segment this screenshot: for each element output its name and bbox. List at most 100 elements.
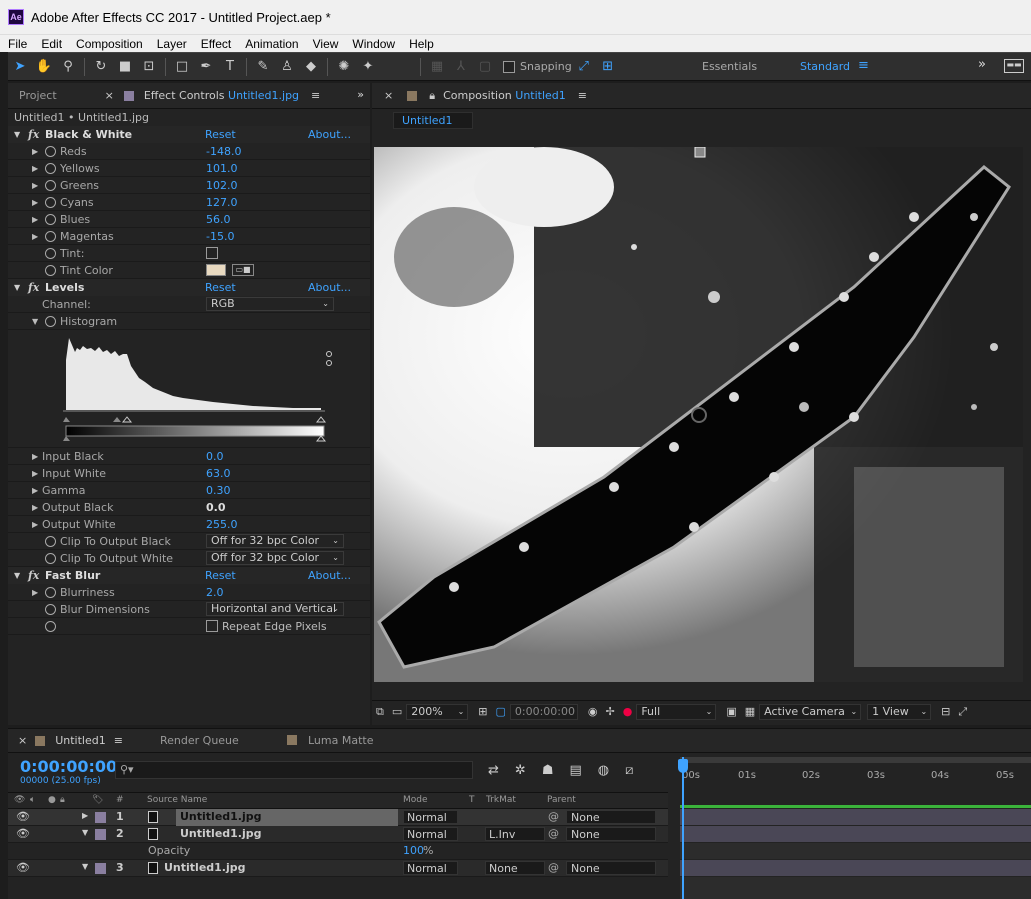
param-value[interactable]: -148.0 bbox=[206, 143, 241, 160]
stopwatch-icon[interactable] bbox=[45, 248, 56, 259]
tab-composition[interactable]: Composition Untitled1 bbox=[443, 89, 566, 102]
expand-triangle-icon[interactable]: ▼ bbox=[14, 126, 20, 143]
composition-subtab[interactable]: Untitled1 bbox=[393, 112, 473, 129]
composition-tab-name[interactable]: Untitled1 bbox=[515, 89, 566, 102]
layer-label-color-icon[interactable] bbox=[95, 829, 106, 840]
reset-link[interactable]: Reset bbox=[205, 279, 236, 296]
tab-effect-controls[interactable]: Effect Controls Untitled1.jpg bbox=[144, 89, 299, 102]
roto-brush-tool-icon[interactable]: ✺ bbox=[332, 56, 356, 78]
rotation-tool-icon[interactable]: ↻ bbox=[89, 56, 113, 78]
stopwatch-icon[interactable] bbox=[45, 163, 56, 174]
zoom-tool-icon[interactable]: ⚲ bbox=[56, 56, 80, 78]
axis-view-icon[interactable]: ▢ bbox=[473, 56, 497, 78]
workspace-menu-icon[interactable]: ≡ bbox=[858, 58, 869, 73]
mode-dropdown[interactable]: Normal bbox=[403, 810, 458, 824]
param-value[interactable]: 0.0 bbox=[206, 448, 224, 465]
always-preview-icon[interactable]: ⧉ bbox=[376, 705, 384, 719]
snapping-toggle[interactable]: Snapping bbox=[503, 60, 572, 73]
tint-checkbox[interactable] bbox=[206, 247, 218, 259]
pickwhip-icon[interactable]: @ bbox=[548, 861, 559, 874]
snapping-checkbox[interactable] bbox=[503, 60, 515, 73]
about-link[interactable]: About... bbox=[308, 126, 351, 143]
menu-animation[interactable]: Animation bbox=[245, 37, 298, 51]
panel-menu-icon[interactable]: ≡ bbox=[311, 89, 320, 102]
layer-row[interactable]: 👁︎ ▼ 2 Untitled1.jpg Normal L.Inv @ None bbox=[8, 826, 668, 843]
expand-triangle-icon[interactable]: ▶ bbox=[32, 211, 38, 228]
layer-row[interactable]: 👁︎ ▼ 3 Untitled1.jpg Normal None @ None bbox=[8, 860, 668, 877]
tab-luma-matte[interactable]: Luma Matte bbox=[308, 734, 373, 747]
expand-triangle-icon[interactable]: ▶ bbox=[32, 516, 38, 533]
effect-controls-layer-name[interactable]: Untitled1.jpg bbox=[228, 89, 299, 102]
motion-blur-icon[interactable]: ◍ bbox=[598, 763, 609, 778]
clip-white-dropdown[interactable]: Off for 32 bpc Color ⌄ bbox=[206, 551, 344, 565]
param-value[interactable]: 102.0 bbox=[206, 177, 238, 194]
region-of-interest-icon[interactable]: ▣ bbox=[726, 705, 736, 718]
expand-triangle-icon[interactable]: ▶ bbox=[32, 160, 38, 177]
param-value[interactable]: 0.0 bbox=[206, 499, 226, 516]
expand-triangle-icon[interactable]: ▶ bbox=[82, 811, 88, 820]
clip-black-dropdown[interactable]: Off for 32 bpc Color ⌄ bbox=[206, 534, 344, 548]
repeat-edge-checkbox[interactable] bbox=[206, 620, 218, 632]
current-time-field[interactable]: 0:00:00:00 bbox=[509, 703, 578, 720]
stopwatch-icon[interactable] bbox=[45, 587, 56, 598]
menu-view[interactable]: View bbox=[313, 37, 339, 51]
layer-name[interactable]: Untitled1.jpg bbox=[180, 827, 262, 840]
tab-render-queue[interactable]: Render Queue bbox=[160, 734, 239, 747]
graph-editor-icon[interactable]: ⧄ bbox=[625, 763, 633, 778]
fx-icon[interactable]: fx bbox=[28, 279, 39, 296]
menu-file[interactable]: File bbox=[8, 37, 27, 51]
selection-tool-icon[interactable]: ➤ bbox=[8, 56, 32, 78]
menu-help[interactable]: Help bbox=[409, 37, 434, 51]
channel-icon[interactable]: ● bbox=[623, 705, 633, 718]
param-value[interactable]: 255.0 bbox=[206, 516, 238, 533]
panel-menu-icon[interactable]: ≡ bbox=[578, 89, 587, 102]
composition-mini-flowchart-icon[interactable]: ⇄ bbox=[488, 763, 499, 778]
shy-layers-icon[interactable]: ☗ bbox=[542, 763, 554, 778]
blur-dimensions-dropdown[interactable]: Horizontal and Vertical ⌄ bbox=[206, 602, 344, 616]
menu-edit[interactable]: Edit bbox=[41, 37, 62, 51]
clone-stamp-tool-icon[interactable]: ♙ bbox=[275, 56, 299, 78]
param-value[interactable]: -15.0 bbox=[206, 228, 234, 245]
stopwatch-icon[interactable] bbox=[45, 265, 56, 276]
layer-duration-bar[interactable] bbox=[680, 860, 1031, 877]
panel-expand-icon[interactable]: » bbox=[357, 88, 364, 101]
expand-triangle-icon[interactable]: ▼ bbox=[32, 313, 38, 330]
axis-world-icon[interactable]: ⅄ bbox=[449, 56, 473, 78]
parent-dropdown[interactable]: None bbox=[566, 827, 656, 841]
param-value[interactable]: 101.0 bbox=[206, 160, 238, 177]
param-value[interactable]: 127.0 bbox=[206, 194, 238, 211]
stopwatch-icon[interactable] bbox=[45, 180, 56, 191]
about-link[interactable]: About... bbox=[308, 279, 351, 296]
menu-window[interactable]: Window bbox=[352, 37, 395, 51]
expand-triangle-icon[interactable]: ▶ bbox=[32, 228, 38, 245]
stopwatch-icon[interactable] bbox=[45, 146, 56, 157]
expand-triangle-icon[interactable]: ▼ bbox=[14, 279, 20, 296]
time-ruler[interactable]: 00s 01s 02s 03s 04s 05s bbox=[680, 765, 1031, 793]
visibility-eye-icon[interactable]: 👁︎ bbox=[16, 810, 30, 823]
parent-dropdown[interactable]: None bbox=[566, 861, 656, 875]
lock-icon[interactable]: 🔒︎ bbox=[429, 89, 435, 103]
layer-name[interactable]: Untitled1.jpg bbox=[164, 861, 246, 874]
hand-tool-icon[interactable]: ✋ bbox=[32, 56, 56, 78]
effect-black-white[interactable]: ▼ fx Black & White Reset About... bbox=[8, 126, 370, 143]
axis-local-icon[interactable]: ▦ bbox=[425, 56, 449, 78]
histogram-graph[interactable] bbox=[63, 330, 343, 442]
timeline-search-input[interactable]: ⚲▾ bbox=[115, 761, 473, 779]
layer-label-color-icon[interactable] bbox=[95, 863, 106, 874]
views-dropdown[interactable]: 1 View ⌄ bbox=[867, 703, 932, 720]
param-value[interactable]: 2.0 bbox=[206, 584, 224, 601]
stopwatch-icon[interactable] bbox=[45, 231, 56, 242]
effect-levels[interactable]: ▼ fx Levels Reset About... bbox=[8, 279, 370, 296]
channel-dropdown[interactable]: RGB ⌄ bbox=[206, 297, 334, 311]
visibility-eye-icon[interactable]: 👁︎ bbox=[16, 861, 30, 874]
expand-triangle-icon[interactable]: ▶ bbox=[32, 177, 38, 194]
mode-dropdown[interactable]: Normal bbox=[403, 861, 458, 875]
expand-triangle-icon[interactable]: ▼ bbox=[82, 862, 88, 871]
menu-effect[interactable]: Effect bbox=[201, 37, 231, 51]
close-tab-icon[interactable]: × bbox=[384, 89, 393, 102]
draft-3d-icon[interactable]: ✲ bbox=[515, 763, 526, 778]
expand-triangle-icon[interactable]: ▶ bbox=[32, 465, 38, 482]
monitor-icon[interactable]: ▭ bbox=[392, 705, 402, 718]
composition-viewer[interactable] bbox=[374, 147, 1023, 682]
frame-blending-icon[interactable]: ▤ bbox=[569, 763, 581, 778]
